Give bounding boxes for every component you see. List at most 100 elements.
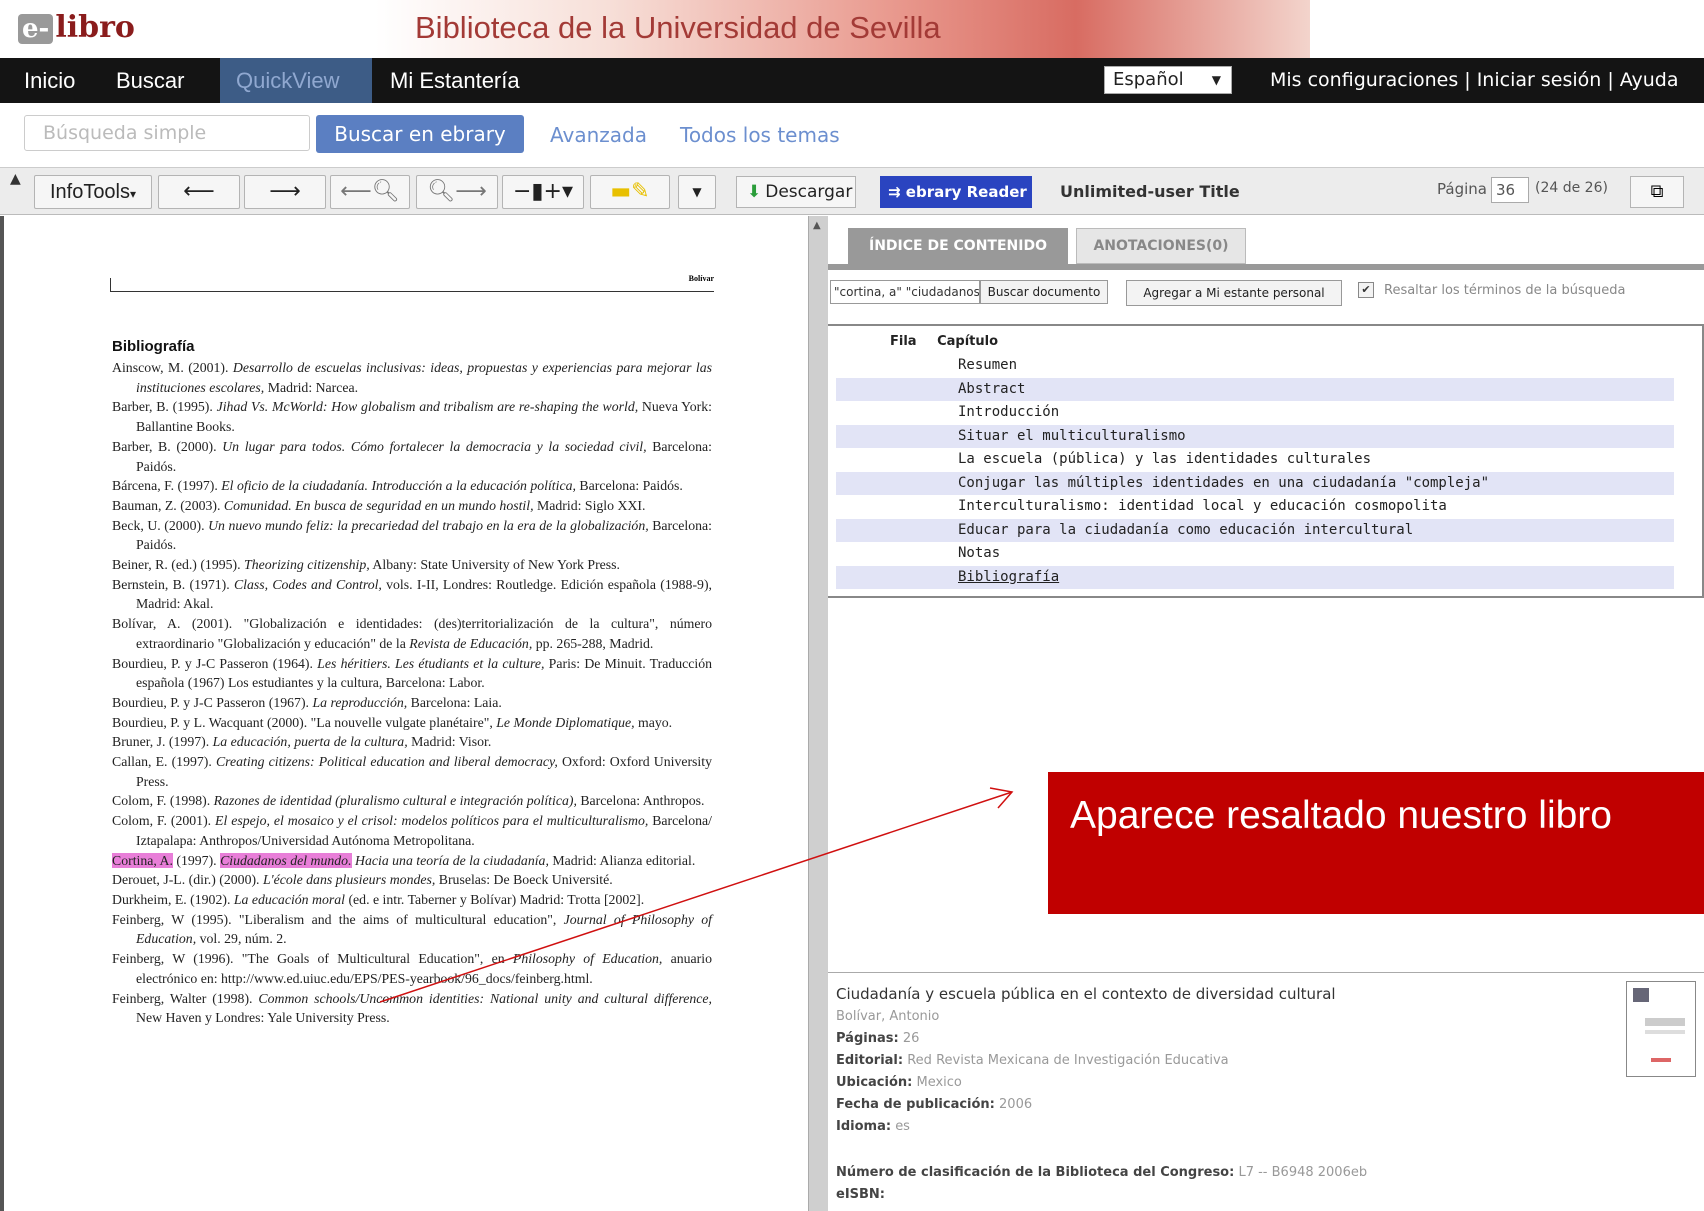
title-type-label: Unlimited-user Title xyxy=(1060,182,1240,201)
document-search-controls: "cortina, a" "ciudadanos del mundo" Busc… xyxy=(828,270,1704,314)
book-author[interactable]: Bolívar, Antonio xyxy=(836,1009,939,1024)
annotation-callout: Aparece resaltado nuestro libro xyxy=(1048,772,1704,914)
collapse-toggle-icon[interactable]: ▲ xyxy=(10,171,21,187)
scroll-up-icon[interactable]: ▲ xyxy=(813,220,821,231)
toc-row[interactable]: Resumen xyxy=(836,354,1674,378)
toc-chapter-label: Bibliografía xyxy=(958,568,1060,585)
ebrary-reader-button[interactable]: ⇉ ebrary Reader xyxy=(880,176,1032,208)
library-banner: Biblioteca de la Universidad de Sevilla xyxy=(375,0,1310,58)
search-document-button[interactable]: Buscar documento xyxy=(980,280,1108,304)
reference-entry: Bourdieu, P. y L. Wacquant (2000). "La n… xyxy=(112,714,673,730)
toc-row[interactable]: Interculturalismo: identidad local y edu… xyxy=(836,495,1674,519)
col-capitulo: Capítulo xyxy=(937,334,999,349)
fullscreen-icon: ⧉ xyxy=(1650,181,1664,202)
next-page-button[interactable]: ⟶ xyxy=(244,175,326,209)
language-label: Idioma: xyxy=(836,1119,892,1134)
find-next-button[interactable]: 🔍︎⟶ xyxy=(416,175,498,209)
infotools-button[interactable]: InfoTools▾ xyxy=(34,175,152,209)
info-location: Ubicación: Mexico xyxy=(836,1075,962,1090)
nav-quickview[interactable]: QuickView xyxy=(220,58,372,103)
highlighter-button[interactable]: ▬✎ xyxy=(590,175,670,209)
reader-label: ebrary Reader xyxy=(905,183,1027,201)
toc-chapter-label: Resumen xyxy=(958,357,1018,373)
cover-publisher-mark xyxy=(1651,1058,1671,1062)
toc-row[interactable]: La escuela (pública) y las identidades c… xyxy=(836,448,1674,472)
nav-inicio[interactable]: Inicio xyxy=(8,58,91,103)
book-info: Ciudadanía y escuela pública en el conte… xyxy=(828,972,1704,1211)
top-header: e-libro Biblioteca de la Universidad de … xyxy=(0,0,1704,58)
info-pages: Páginas: 26 xyxy=(836,1031,919,1046)
toc-row[interactable]: Notas xyxy=(836,542,1674,566)
main-nav: Inicio Buscar QuickView Mi Estantería Es… xyxy=(0,58,1704,103)
nav-mi-estanteria[interactable]: Mi Estantería xyxy=(374,58,536,103)
toc-chapter-label: Interculturalismo: identidad local y edu… xyxy=(958,498,1447,514)
more-tools-button[interactable]: ▼ xyxy=(678,175,716,209)
editorial-value: Red Revista Mexicana de Investigación Ed… xyxy=(907,1053,1229,1068)
fullscreen-button[interactable]: ⧉ xyxy=(1630,176,1684,208)
book-cover-thumbnail[interactable] xyxy=(1626,981,1696,1077)
toc-header: Fila Capítulo xyxy=(890,334,998,349)
reference-entry: Ainscow, M. (2001). Desarrollo de escuel… xyxy=(112,360,712,395)
reference-entry: Colom, F. (1998). Razones de identidad (… xyxy=(112,793,705,809)
toc-row[interactable]: Conjugar las múltiples identidades en un… xyxy=(836,471,1674,495)
toc-rows: Resumen Abstract Introducción Situar el mul… xyxy=(836,354,1674,589)
nav-buscar[interactable]: Buscar xyxy=(100,58,200,103)
reference-entry-highlighted: Cortina, A. (1997). Ciudadanos del mundo… xyxy=(112,852,696,868)
search-bar: Búsqueda simple Buscar en ebrary Avanzad… xyxy=(0,103,1704,165)
tab-annotations[interactable]: ANOTACIONES(0) xyxy=(1076,228,1246,264)
document-search-input[interactable]: "cortina, a" "ciudadanos del mundo" xyxy=(830,280,980,304)
elibro-logo[interactable]: e-libro xyxy=(18,10,135,45)
document-scrollbar[interactable]: ▲ xyxy=(808,216,828,1211)
highlighted-author: Cortina, A. xyxy=(112,852,173,868)
toc-row[interactable]: Situar el multiculturalismo xyxy=(836,424,1674,448)
toc-row[interactable]: Introducción xyxy=(836,401,1674,425)
side-panel: ÍNDICE DE CONTENIDO ANOTACIONES(0) "cort… xyxy=(828,216,1704,1211)
toc-row[interactable]: Bibliografía xyxy=(836,565,1674,589)
table-of-contents: Fila Capítulo Resumen Abstract Introducció… xyxy=(828,324,1704,598)
toc-chapter-label: Situar el multiculturalismo xyxy=(958,427,1186,444)
reference-entry: Barber, B. (2000). Un lugar para todos. … xyxy=(112,438,712,474)
download-icon: ⬇ xyxy=(747,182,762,202)
user-menu[interactable]: Mis configuraciones | Iniciar sesión | A… xyxy=(1270,58,1678,103)
infotools-label: InfoTools xyxy=(49,181,131,203)
page-number-input[interactable]: 36 xyxy=(1491,177,1529,203)
tab-table-of-contents[interactable]: ÍNDICE DE CONTENIDO xyxy=(848,228,1068,264)
chevron-down-icon: ▾ xyxy=(130,187,137,201)
reference-entry: Feinberg, Walter (1998). Common schools/… xyxy=(112,990,713,1026)
bibliography-heading: Bibliografía xyxy=(112,338,195,355)
document-viewer[interactable]: Bolívar Bibliografía Ainscow, M. (2001).… xyxy=(0,216,808,1211)
reader-icon: ⇉ xyxy=(888,183,906,201)
col-fila: Fila xyxy=(890,334,917,349)
eisbn-label: eISBN: xyxy=(836,1187,886,1202)
download-button[interactable]: ⬇ Descargar xyxy=(736,176,856,208)
toc-row[interactable]: Educar para la ciudadanía como educación… xyxy=(836,518,1674,542)
info-editorial: Editorial: Red Revista Mexicana de Inves… xyxy=(836,1053,1229,1068)
page-tools-button[interactable]: −▮+▾ xyxy=(502,175,584,209)
info-classification: Número de clasificación de la Biblioteca… xyxy=(836,1165,1367,1180)
add-to-shelf-button[interactable]: Agregar a Mi estante personal xyxy=(1126,280,1342,306)
find-previous-button[interactable]: ⟵🔍︎ xyxy=(330,175,410,209)
classification-value: L7 -- B6948 2006eb xyxy=(1238,1165,1368,1180)
reference-entry: Derouet, J-L. (dir.) (2000). L'école dan… xyxy=(112,872,613,888)
reference-entry: Bourdieu, P. y J-C Passeron (1967). La r… xyxy=(112,694,502,710)
chevron-down-icon: ▼ xyxy=(692,185,702,199)
page-total: (24 de 26) xyxy=(1535,180,1608,196)
search-button[interactable]: Buscar en ebrary xyxy=(316,115,524,153)
cover-logo xyxy=(1633,988,1649,1002)
search-next-icon: 🔍︎⟶ xyxy=(427,179,487,204)
reference-entry: Bourdieu, P. y J-C Passeron (1964). Les … xyxy=(112,655,713,691)
reference-entry: Bauman, Z. (2003). Comunidad. En busca d… xyxy=(112,497,646,513)
language-value: es xyxy=(895,1119,910,1134)
page-tools-icon: −▮+▾ xyxy=(512,179,574,204)
advanced-search-link[interactable]: Avanzada xyxy=(550,123,647,147)
language-select[interactable]: Español ▼ xyxy=(1104,66,1232,94)
all-topics-link[interactable]: Todos los temas xyxy=(680,123,840,147)
previous-page-button[interactable]: ⟵ xyxy=(158,175,240,209)
toc-chapter-label: Notas xyxy=(958,545,1001,561)
logo-text: libro xyxy=(55,10,135,45)
highlight-terms-checkbox[interactable]: ✔ xyxy=(1358,282,1374,298)
toc-row[interactable]: Abstract xyxy=(836,377,1674,401)
cover-subtitle-block xyxy=(1645,1030,1685,1034)
search-input[interactable]: Búsqueda simple xyxy=(24,115,310,151)
reference-entry: Bárcena, F. (1997). El oficio de la ciud… xyxy=(112,478,683,494)
